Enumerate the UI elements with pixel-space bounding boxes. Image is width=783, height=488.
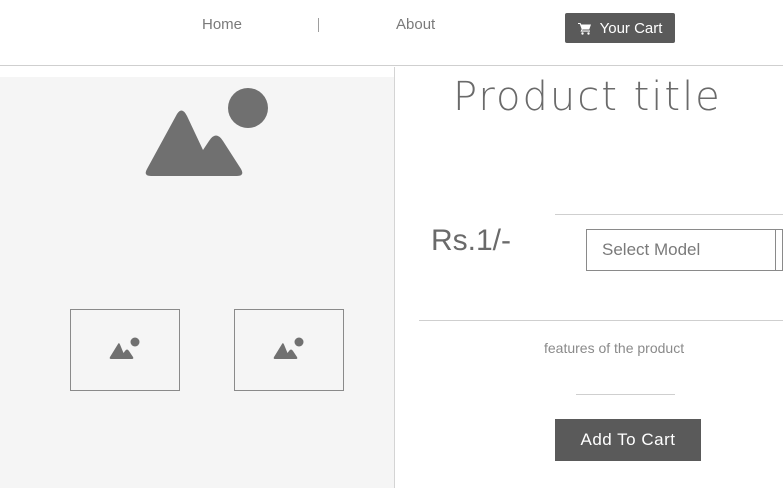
nav-separator — [318, 18, 319, 32]
select-model-placeholder: Select Model — [602, 240, 701, 259]
header: Home About Your Cart — [0, 0, 783, 66]
product-features: features of the product — [544, 340, 685, 356]
nav-about-link[interactable]: About — [396, 16, 435, 33]
shopping-cart-icon — [577, 22, 592, 35]
your-cart-button[interactable]: Your Cart — [565, 13, 675, 43]
thumbnail-1[interactable] — [70, 309, 180, 391]
thumbnail-2[interactable] — [234, 309, 344, 391]
vertical-divider — [394, 67, 395, 488]
your-cart-label: Your Cart — [599, 19, 663, 37]
divider — [555, 214, 783, 215]
divider — [419, 320, 783, 321]
image-placeholder-icon — [109, 336, 141, 365]
add-to-cart-button[interactable]: Add To Cart — [555, 419, 701, 461]
product-title: Product title — [453, 74, 722, 120]
nav-home-link[interactable]: Home — [202, 16, 242, 33]
product-gallery — [0, 77, 394, 488]
product-price: Rs.1/- — [431, 224, 512, 257]
divider — [576, 394, 675, 395]
image-placeholder-icon — [273, 336, 305, 365]
image-placeholder-icon — [139, 86, 271, 178]
select-model-dropdown[interactable]: Select Model — [586, 229, 783, 271]
